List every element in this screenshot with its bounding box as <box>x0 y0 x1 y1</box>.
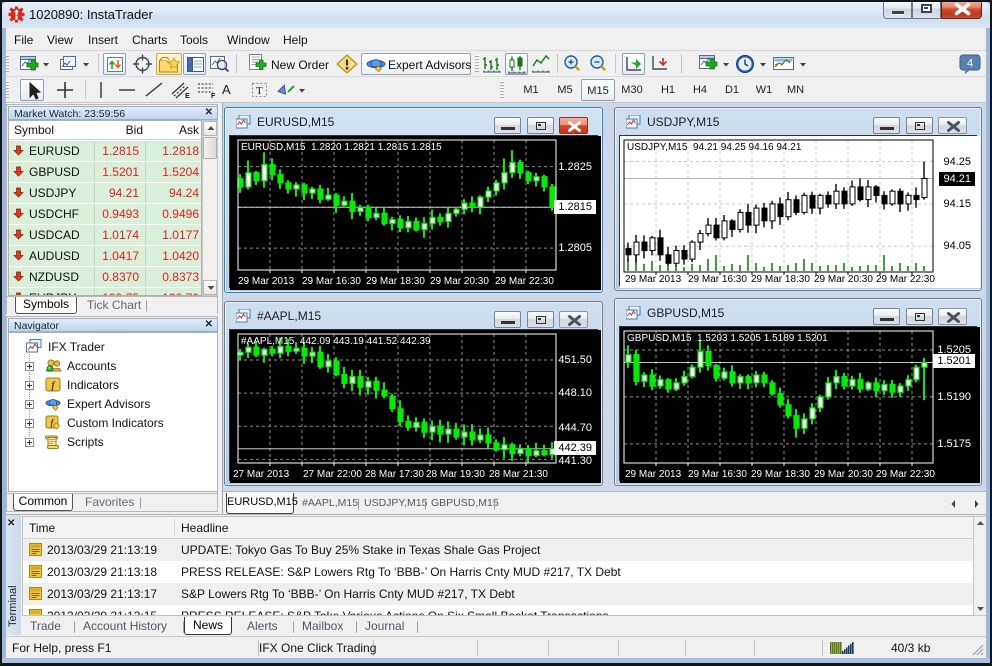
svg-text:GBPUSD,M15 1.5203 1.5205 1.51: GBPUSD,M15 1.5203 1.5205 1.5189 1.5201 <box>627 333 828 344</box>
svg-text:#AAPL,M15 442.09 443.19 441.5: #AAPL,M15 442.09 443.19 441.52 442.39 <box>241 336 431 347</box>
svg-text:T: T <box>256 85 263 97</box>
svg-text:4: 4 <box>967 58 973 70</box>
svg-text:EURUSD,M15 1.2820 1.2821 1.28: EURUSD,M15 1.2820 1.2821 1.2815 1.2815 <box>241 142 442 153</box>
svg-text:F: F <box>211 93 216 100</box>
svg-text:E: E <box>185 93 190 100</box>
svg-text:USDJPY,M15 94.21 94.25 94.16: USDJPY,M15 94.21 94.25 94.16 94.21 <box>627 142 802 153</box>
